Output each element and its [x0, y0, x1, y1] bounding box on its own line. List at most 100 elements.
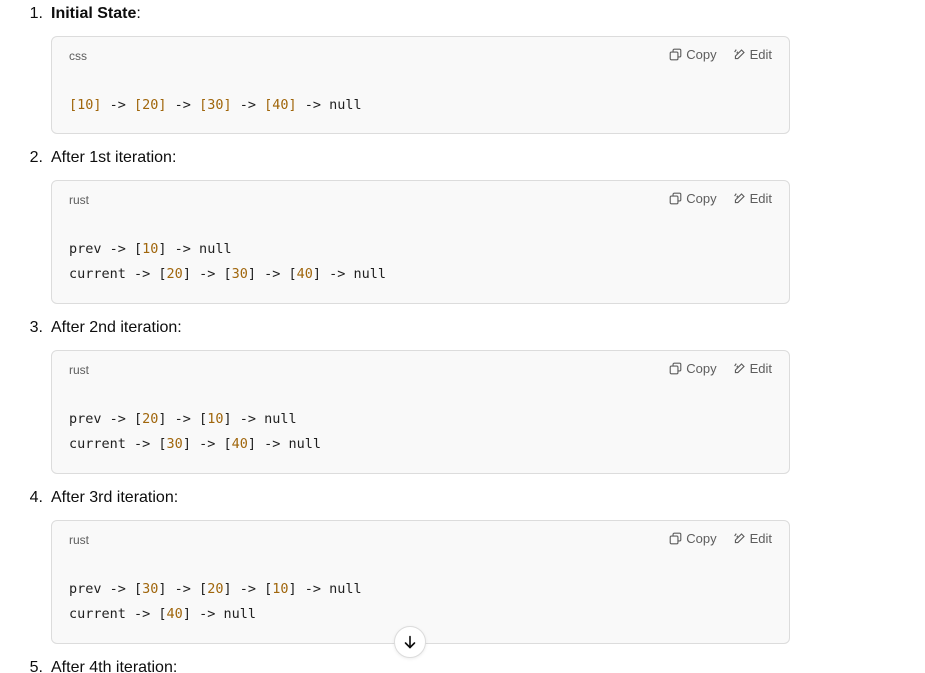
- code-content: [10] -> [20] -> [30] -> [40] -> null: [69, 93, 362, 118]
- edit-label: Edit: [749, 191, 772, 206]
- copy-label: Copy: [686, 47, 717, 62]
- code-block: css Copy Edit [10] -> [20] -> [30] -> [4…: [51, 36, 790, 134]
- code-actions: Copy Edit: [653, 191, 772, 206]
- step-label: After 2nd iteration: [51, 319, 178, 336]
- copy-icon: [669, 48, 682, 61]
- copy-icon: [669, 192, 682, 205]
- code-actions: Copy Edit: [653, 47, 772, 62]
- copy-label: Copy: [686, 531, 717, 546]
- edit-button[interactable]: Edit: [733, 191, 772, 206]
- code-number-token: [30]: [199, 97, 232, 113]
- code-text-token: ] -> [: [247, 266, 297, 282]
- code-number-token: 30: [142, 581, 159, 597]
- copy-label: Copy: [686, 361, 717, 376]
- code-line: prev -> [10] -> null: [69, 237, 386, 262]
- step-number: 3.: [29, 319, 43, 336]
- code-number-token: 40: [231, 436, 248, 452]
- code-language: css: [69, 49, 87, 63]
- code-text-token: prev -> [: [69, 241, 143, 257]
- edit-button[interactable]: Edit: [733, 531, 772, 546]
- code-line: [10] -> [20] -> [30] -> [40] -> null: [69, 93, 362, 118]
- code-text-token: ->: [231, 97, 265, 113]
- edit-button[interactable]: Edit: [733, 361, 772, 376]
- code-number-token: [10]: [69, 97, 102, 113]
- code-text-token: ->: [101, 97, 135, 113]
- code-number-token: 20: [142, 411, 159, 427]
- code-text-token: ] -> null: [158, 241, 232, 257]
- copy-label: Copy: [686, 191, 717, 206]
- step-title: 3. After 2nd iteration:: [29, 319, 182, 336]
- code-line: current -> [40] -> null: [69, 602, 362, 627]
- copy-button[interactable]: Copy: [669, 191, 717, 206]
- step-title: 2. After 1st iteration:: [29, 149, 177, 166]
- copy-button[interactable]: Copy: [669, 361, 717, 376]
- edit-icon: [733, 363, 745, 374]
- code-block: rust Copy Edit prev -> [20] -> [10] -> n…: [51, 350, 790, 474]
- code-text-token: ] -> [: [223, 581, 273, 597]
- code-text-token: ] -> [: [182, 436, 232, 452]
- code-text-token: prev -> [: [69, 581, 143, 597]
- code-text-token: ] -> [: [158, 411, 208, 427]
- code-text-token: current -> [: [69, 266, 167, 282]
- edit-icon: [733, 193, 745, 204]
- code-number-token: 10: [207, 411, 224, 427]
- code-block: rust Copy Edit prev -> [30] -> [20] -> […: [51, 520, 790, 644]
- code-actions: Copy Edit: [653, 361, 772, 376]
- code-text-token: ] -> null: [223, 411, 297, 427]
- code-number-token: 30: [231, 266, 248, 282]
- code-text-token: ] -> [: [182, 266, 232, 282]
- step-number: 2.: [29, 149, 43, 166]
- code-content: prev -> [30] -> [20] -> [10] -> null curr…: [69, 577, 362, 627]
- code-number-token: [40]: [264, 97, 297, 113]
- code-number-token: 40: [296, 266, 313, 282]
- code-text-token: ] -> null: [247, 436, 322, 452]
- step-title: 4. After 3rd iteration:: [29, 489, 179, 506]
- code-text-token: ] -> [: [158, 581, 208, 597]
- code-actions: Copy Edit: [653, 531, 772, 546]
- code-line: prev -> [30] -> [20] -> [10] -> null: [69, 577, 362, 602]
- copy-button[interactable]: Copy: [669, 47, 717, 62]
- code-line: current -> [30] -> [40] -> null: [69, 432, 321, 457]
- edit-label: Edit: [749, 47, 772, 62]
- code-text-token: ->: [166, 97, 200, 113]
- code-text-token: ] -> null: [288, 581, 362, 597]
- code-language: rust: [69, 363, 90, 377]
- code-text-token: current -> [: [69, 606, 167, 622]
- arrow-down-icon: [404, 635, 416, 649]
- edit-label: Edit: [749, 531, 772, 546]
- step-number: 1.: [29, 5, 43, 22]
- edit-icon: [733, 49, 745, 60]
- code-number-token: 10: [272, 581, 289, 597]
- edit-label: Edit: [749, 361, 772, 376]
- code-number-token: 40: [166, 606, 183, 622]
- step-title: 1. Initial State:: [29, 5, 141, 22]
- code-language: rust: [69, 533, 90, 547]
- code-number-token: 20: [166, 266, 183, 282]
- step-label: After 4th iteration: [51, 659, 173, 673]
- code-number-token: 30: [166, 436, 183, 452]
- step-number: 5.: [29, 659, 43, 673]
- code-language: rust: [69, 193, 90, 207]
- code-text-token: prev -> [: [69, 411, 143, 427]
- code-number-token: 20: [207, 581, 224, 597]
- edit-button[interactable]: Edit: [733, 47, 772, 62]
- code-content: prev -> [20] -> [10] -> null current -> […: [69, 407, 321, 457]
- copy-icon: [669, 362, 682, 375]
- code-content: prev -> [10] -> null current -> [20] -> […: [69, 237, 386, 287]
- step-number: 4.: [29, 489, 43, 506]
- scroll-to-bottom-button[interactable]: [394, 626, 426, 658]
- step-label: After 1st iteration: [51, 149, 172, 166]
- code-text-token: current -> [: [69, 436, 167, 452]
- code-number-token: [20]: [134, 97, 167, 113]
- step-label: After 3rd iteration: [51, 489, 174, 506]
- step-label: Initial State: [51, 5, 137, 22]
- copy-button[interactable]: Copy: [669, 531, 717, 546]
- code-line: current -> [20] -> [30] -> [40] -> null: [69, 262, 386, 287]
- copy-icon: [669, 532, 682, 545]
- code-text-token: ] -> null: [312, 266, 387, 282]
- code-number-token: 10: [142, 241, 159, 257]
- code-text-token: ] -> null: [182, 606, 256, 622]
- code-text-token: -> null: [296, 97, 362, 113]
- edit-icon: [733, 533, 745, 544]
- code-block: rust Copy Edit prev -> [10] -> null curre…: [51, 180, 790, 304]
